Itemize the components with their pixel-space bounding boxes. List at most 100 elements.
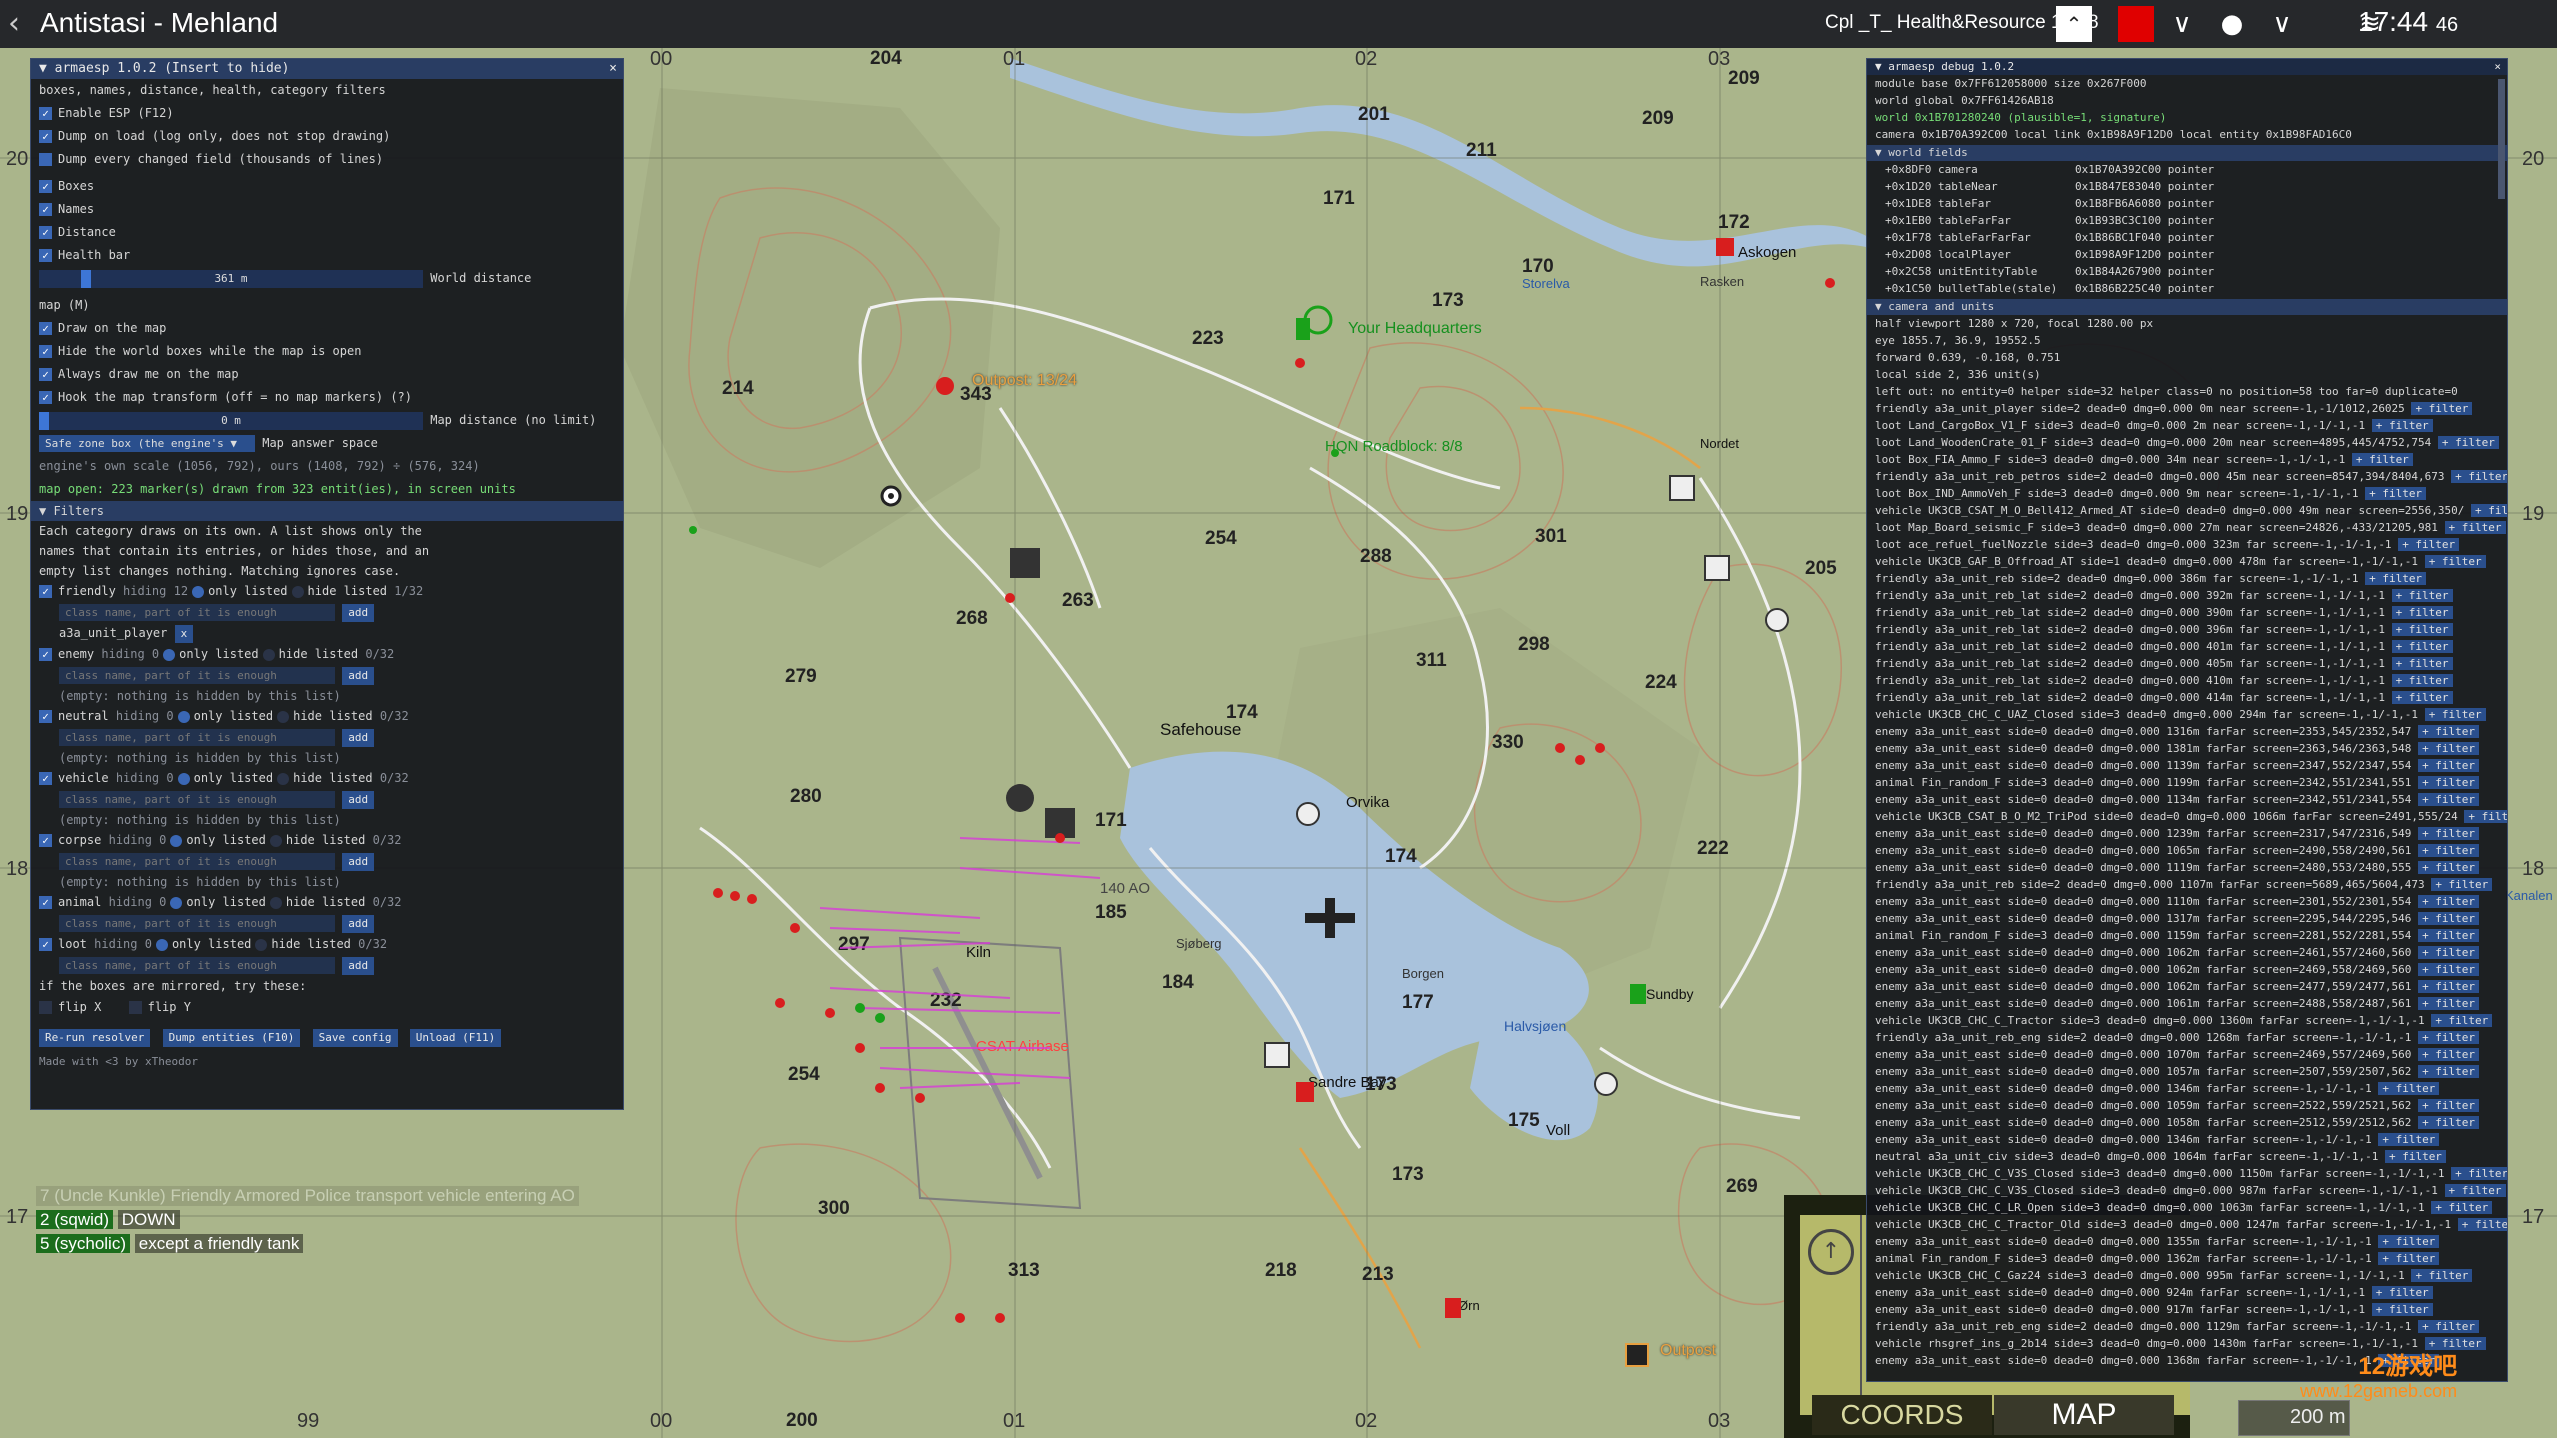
- filter-neutral[interactable]: ✓ neutral hiding 0 only listed hide listed …: [31, 706, 623, 727]
- add-button[interactable]: add: [342, 790, 375, 809]
- filter-button[interactable]: + filter: [2418, 776, 2480, 789]
- checkbox-boxes[interactable]: ✓ Boxes: [31, 175, 623, 198]
- map-distance-slider[interactable]: 0 m: [39, 411, 423, 430]
- add-button[interactable]: add: [342, 603, 375, 622]
- filter-class-input[interactable]: class name, part of it is enough: [59, 729, 335, 746]
- radio-hide-listed[interactable]: [291, 585, 304, 598]
- filter-button[interactable]: + filter: [2418, 759, 2480, 772]
- debug-panel[interactable]: ▼ armaesp debug 1.0.2 × module base 0x7FF…: [1866, 58, 2508, 1382]
- filter-button[interactable]: + filter: [2431, 878, 2493, 891]
- filter-button[interactable]: + filter: [2424, 708, 2486, 721]
- checkbox-flip-x[interactable]: [39, 1001, 52, 1014]
- world-distance-slider[interactable]: 361 m: [39, 269, 423, 288]
- filter-button[interactable]: + filter: [2371, 419, 2433, 432]
- filter-button[interactable]: + filter: [2371, 1303, 2433, 1316]
- filter-class-input[interactable]: class name, part of it is enough: [59, 957, 335, 974]
- filter-loot[interactable]: ✓ loot hiding 0 only listed hide listed 0/3…: [31, 934, 623, 955]
- filter-button[interactable]: + filter: [2418, 895, 2480, 908]
- filter-button[interactable]: + filter: [2418, 1065, 2480, 1078]
- add-button[interactable]: add: [342, 666, 375, 685]
- filter-button[interactable]: + filter: [2371, 1286, 2433, 1299]
- save-config-button[interactable]: Save config: [312, 1028, 398, 1047]
- filter-button[interactable]: + filter: [2418, 912, 2480, 925]
- chevron-down-icon[interactable]: ∨: [2264, 6, 2300, 42]
- checkbox-dump-every-field[interactable]: Dump every changed field (thousands of l…: [31, 148, 623, 171]
- filter-button[interactable]: + filter: [2418, 946, 2480, 959]
- filter-button[interactable]: + filter: [2418, 929, 2480, 942]
- filter-button[interactable]: + filter: [2418, 963, 2480, 976]
- safe-zone-select[interactable]: Safe zone box (the engine's ▼: [39, 435, 255, 452]
- filter-button[interactable]: + filter: [2378, 1133, 2440, 1146]
- filter-button[interactable]: + filter: [2391, 640, 2453, 653]
- filter-button[interactable]: + filter: [2418, 844, 2480, 857]
- add-button[interactable]: add: [342, 728, 375, 747]
- filter-button[interactable]: + filter: [2418, 997, 2480, 1010]
- filter-button[interactable]: + filter: [2378, 1235, 2440, 1248]
- close-icon[interactable]: ×: [2494, 59, 2501, 75]
- filter-button[interactable]: + filter: [2384, 1150, 2446, 1163]
- filter-corpse[interactable]: ✓ corpse hiding 0 only listed hide listed 0…: [31, 830, 623, 851]
- filter-animal[interactable]: ✓ animal hiding 0 only listed hide listed 0…: [31, 892, 623, 913]
- filter-button[interactable]: + filter: [2451, 1167, 2507, 1180]
- filters-header[interactable]: ▼ Filters: [31, 501, 623, 521]
- radio-only-listed[interactable]: [177, 710, 190, 723]
- camera-units-header[interactable]: ▼ camera and units: [1867, 299, 2507, 315]
- filter-button[interactable]: + filter: [2411, 402, 2473, 415]
- filter-button[interactable]: + filter: [2444, 1184, 2506, 1197]
- filter-button[interactable]: + filter: [2431, 1201, 2493, 1214]
- filter-button[interactable]: + filter: [2471, 504, 2507, 517]
- filter-button[interactable]: + filter: [2418, 793, 2480, 806]
- radio-only-listed[interactable]: [155, 938, 168, 951]
- radio-only-listed[interactable]: [170, 834, 183, 847]
- checkbox-dump-on-load[interactable]: ✓ Dump on load (log only, does not stop d…: [31, 125, 623, 148]
- filter-button[interactable]: + filter: [2391, 589, 2453, 602]
- filter-class-input[interactable]: class name, part of it is enough: [59, 853, 335, 870]
- filter-class-input[interactable]: class name, part of it is enough: [59, 604, 335, 621]
- filter-button[interactable]: + filter: [2391, 657, 2453, 670]
- add-button[interactable]: add: [342, 852, 375, 871]
- filter-button[interactable]: + filter: [2365, 572, 2427, 585]
- filter-button[interactable]: + filter: [2431, 1014, 2493, 1027]
- scrollbar[interactable]: [2498, 79, 2505, 199]
- filter-button[interactable]: + filter: [2451, 470, 2507, 483]
- checkbox-draw-on-map[interactable]: ✓ Draw on the map: [31, 317, 623, 340]
- coords-tab[interactable]: COORDS: [1812, 1395, 1992, 1435]
- add-button[interactable]: add: [342, 956, 375, 975]
- esp-panel[interactable]: ▼ armaesp 1.0.2 (Insert to hide) × boxes,…: [30, 58, 624, 1110]
- dump-entities-button[interactable]: Dump entities (F10): [162, 1028, 301, 1047]
- radio-hide-listed[interactable]: [262, 648, 275, 661]
- radio-hide-listed[interactable]: [277, 772, 290, 785]
- filter-button[interactable]: + filter: [2351, 453, 2413, 466]
- filter-button[interactable]: + filter: [2391, 606, 2453, 619]
- filter-button[interactable]: + filter: [2378, 1082, 2440, 1095]
- radio-hide-listed[interactable]: [269, 896, 282, 909]
- filter-button[interactable]: + filter: [2418, 1099, 2480, 1112]
- filter-button[interactable]: + filter: [2418, 827, 2480, 840]
- radio-only-listed[interactable]: [177, 772, 190, 785]
- radio-only-listed[interactable]: [170, 896, 183, 909]
- radio-hide-listed[interactable]: [277, 710, 290, 723]
- filter-vehicle[interactable]: ✓ vehicle hiding 0 only listed hide listed …: [31, 768, 623, 789]
- filter-button[interactable]: + filter: [2437, 436, 2499, 449]
- chevron-down-icon[interactable]: ∨: [2164, 6, 2200, 42]
- filter-button[interactable]: + filter: [2418, 1031, 2480, 1044]
- map-tab[interactable]: MAP: [1994, 1395, 2174, 1435]
- checkbox-always-draw-me[interactable]: ✓ Always draw me on the map: [31, 363, 623, 386]
- filter-class-input[interactable]: class name, part of it is enough: [59, 791, 335, 808]
- filter-button[interactable]: + filter: [2391, 674, 2453, 687]
- filter-friendly[interactable]: ✓ friendly hiding 12 only listed hide liste…: [31, 581, 623, 602]
- checkbox-names[interactable]: ✓ Names: [31, 198, 623, 221]
- esp-panel-titlebar[interactable]: ▼ armaesp 1.0.2 (Insert to hide) ×: [31, 59, 623, 79]
- close-icon[interactable]: ×: [609, 59, 617, 79]
- add-button[interactable]: add: [342, 914, 375, 933]
- filter-button[interactable]: + filter: [2418, 861, 2480, 874]
- filter-button[interactable]: + filter: [2391, 623, 2453, 636]
- filter-button[interactable]: + filter: [2378, 1252, 2440, 1265]
- remove-tag-button[interactable]: x: [174, 624, 194, 643]
- filter-button[interactable]: + filter: [2418, 1116, 2480, 1129]
- radio-only-listed[interactable]: [163, 648, 176, 661]
- filter-button[interactable]: + filter: [2391, 691, 2453, 704]
- unload-button[interactable]: Unload (F11): [409, 1028, 502, 1047]
- filter-button[interactable]: + filter: [2444, 521, 2506, 534]
- filter-button[interactable]: + filter: [2398, 538, 2460, 551]
